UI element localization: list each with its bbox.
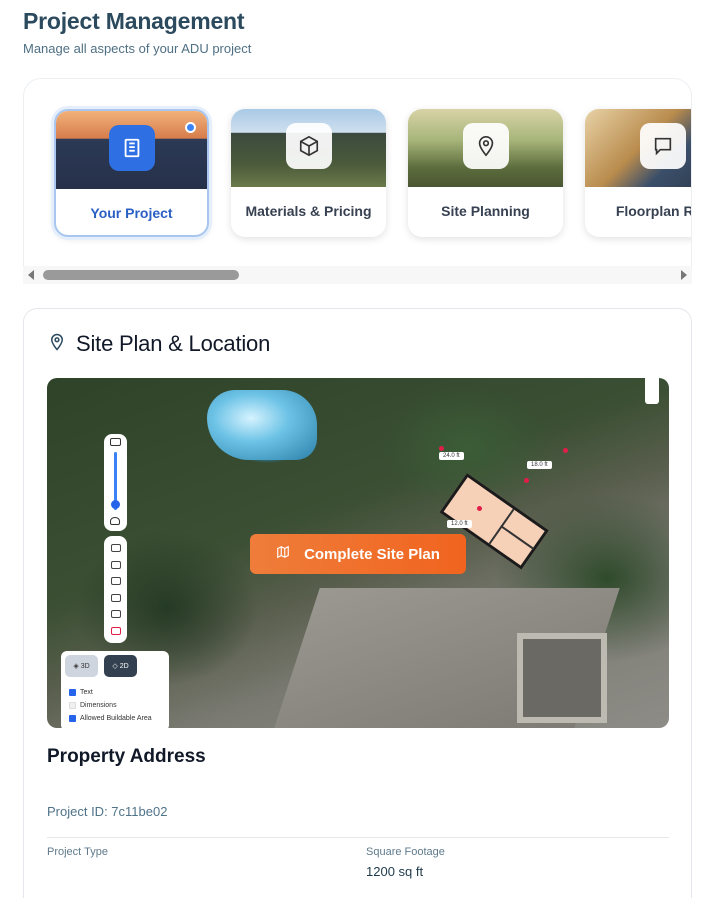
layer-label: Dimensions <box>80 702 117 709</box>
building-icon <box>108 125 155 171</box>
project-id: Project ID: 7c11be02 <box>47 804 168 819</box>
scroll-right-arrow-icon[interactable] <box>681 270 687 280</box>
panel-title: Site Plan & Location <box>76 331 271 356</box>
toggle-3d-button[interactable]: ◈ 3D <box>65 655 98 677</box>
section-carousel: Your Project Materials & Pricing Site Pl… <box>23 78 692 284</box>
divider <box>47 837 669 838</box>
zoom-slider[interactable] <box>104 434 127 531</box>
dimension-label: 18.0 ft <box>527 461 552 469</box>
layer-option-dimensions[interactable]: Dimensions <box>69 702 117 709</box>
active-indicator-dot <box>185 122 196 133</box>
save-tool-icon[interactable] <box>110 593 121 602</box>
carousel-scrollbar[interactable] <box>23 266 692 284</box>
card-label: Site Planning <box>441 203 530 219</box>
dimension-label: 12.0 ft <box>447 520 472 528</box>
map-pin-icon <box>48 332 66 357</box>
footprint-wall <box>500 525 535 550</box>
site-map[interactable]: 24.0 ft 18.0 ft 12.0 ft Complete Site Pl… <box>47 378 669 728</box>
map-zoom-control[interactable] <box>645 378 659 404</box>
card-image <box>56 111 207 189</box>
square-footage-label: Square Footage <box>366 846 445 858</box>
card-label: Materials & Pricing <box>245 203 372 219</box>
layer-label: Allowed Buildable Area <box>80 715 152 722</box>
vertex-handle[interactable] <box>477 506 482 511</box>
layer-panel: ◈ 3D ◇ 2D Text Dimensions Allowed Builda… <box>61 651 169 728</box>
delete-tool-icon[interactable] <box>110 626 121 635</box>
zoom-out-icon[interactable] <box>110 517 120 525</box>
cube-icon: ◈ <box>73 663 81 670</box>
page-subtitle: Manage all aspects of your ADU project <box>23 41 252 56</box>
card-floorplan-review[interactable]: Floorplan Rev <box>585 109 691 237</box>
layers-icon: ◇ <box>112 663 120 670</box>
draw-tool-icon[interactable] <box>110 544 121 553</box>
square-footage-value: 1200 sq ft <box>366 864 424 879</box>
map-pin-icon <box>462 123 509 169</box>
vertex-handle[interactable] <box>524 478 529 483</box>
layer-option-buildable-area[interactable]: Allowed Buildable Area <box>69 715 152 722</box>
message-icon <box>639 123 686 169</box>
site-plan-panel: Site Plan & Location 24.0 ft 18.0 ft 12.… <box>23 308 692 898</box>
property-address-title: Property Address <box>47 746 206 767</box>
layer-label: Text <box>80 689 93 696</box>
view-toggle: ◈ 3D ◇ 2D <box>65 655 137 677</box>
zoom-in-icon[interactable] <box>110 438 121 446</box>
toggle-3d-label: 3D <box>80 662 90 670</box>
complete-site-plan-label: Complete Site Plan <box>304 545 440 563</box>
card-image <box>585 109 691 187</box>
page-header: Project Management Manage all aspects of… <box>23 8 251 56</box>
box-icon <box>285 123 332 169</box>
structure-roof <box>517 633 607 723</box>
card-your-project[interactable]: Your Project <box>54 109 209 237</box>
card-materials-pricing[interactable]: Materials & Pricing <box>231 109 386 237</box>
vertex-handle[interactable] <box>563 448 568 453</box>
scroll-thumb[interactable] <box>43 270 239 280</box>
vertex-handle[interactable] <box>439 446 444 451</box>
checkbox[interactable] <box>69 715 76 722</box>
dimension-label: 24.0 ft <box>439 452 464 460</box>
map-toolbar <box>104 536 127 643</box>
download-tool-icon[interactable] <box>110 610 121 619</box>
measure-tool-icon[interactable] <box>110 560 121 569</box>
card-site-planning[interactable]: Site Planning <box>408 109 563 237</box>
layer-option-text[interactable]: Text <box>69 689 93 696</box>
page-title: Project Management <box>23 8 245 34</box>
project-type-label: Project Type <box>47 846 108 858</box>
card-label: Your Project <box>90 205 173 221</box>
checkbox[interactable] <box>69 689 76 696</box>
card-image <box>408 109 563 187</box>
zoom-handle[interactable] <box>111 500 120 509</box>
panel-header: Site Plan & Location <box>48 331 270 357</box>
pool-area <box>207 390 317 460</box>
card-label: Floorplan Rev <box>615 203 691 219</box>
card-image <box>231 109 386 187</box>
checkbox[interactable] <box>69 702 76 709</box>
toggle-2d-label: 2D <box>119 662 129 670</box>
toggle-2d-button[interactable]: ◇ 2D <box>104 655 137 677</box>
map-icon <box>276 545 290 563</box>
image-tool-icon[interactable] <box>110 577 121 586</box>
complete-site-plan-button[interactable]: Complete Site Plan <box>250 534 466 574</box>
carousel-track: Your Project Materials & Pricing Site Pl… <box>54 109 691 237</box>
scroll-left-arrow-icon[interactable] <box>28 270 34 280</box>
